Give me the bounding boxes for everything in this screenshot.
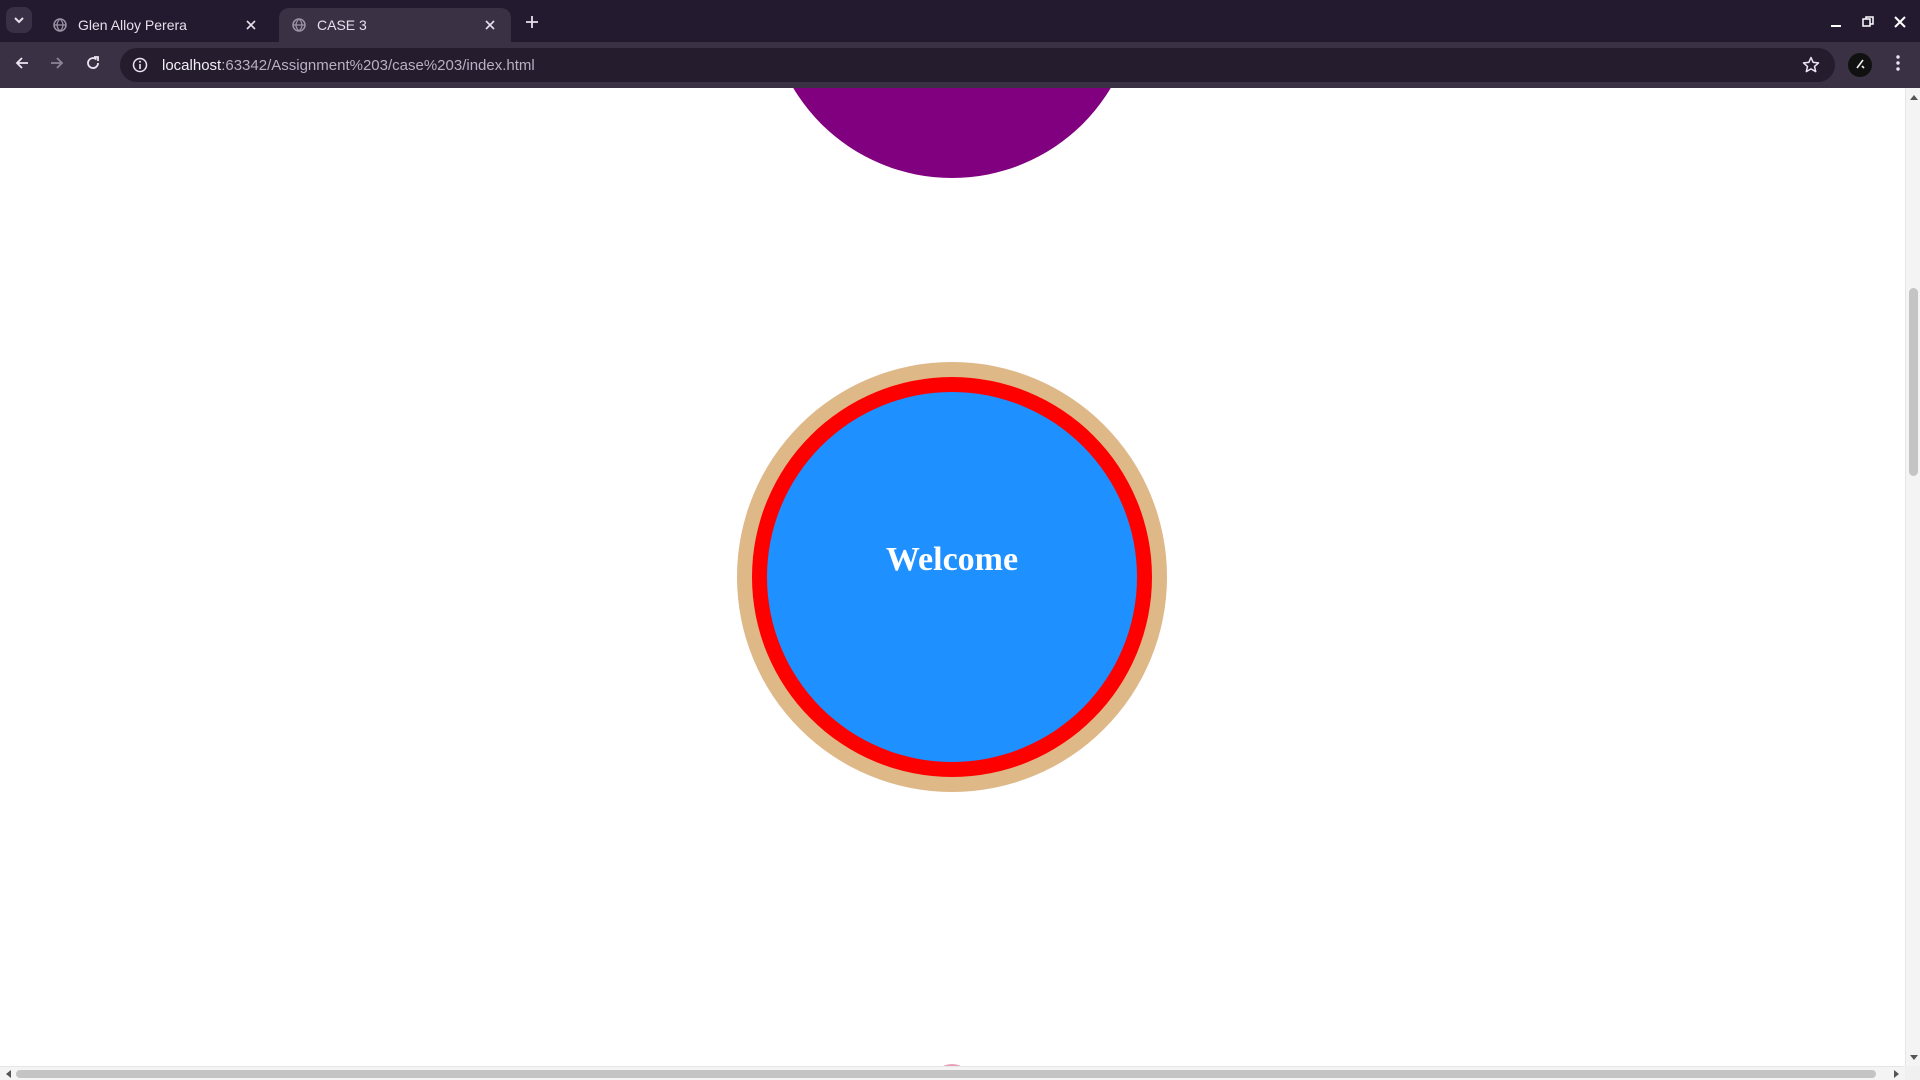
purple-circle: [767, 88, 1137, 178]
star-icon[interactable]: [1801, 55, 1821, 75]
horizontal-scroll-thumb[interactable]: [16, 1070, 1876, 1078]
profile-avatar[interactable]: [1848, 53, 1872, 77]
close-icon[interactable]: [481, 16, 499, 34]
minimize-button[interactable]: [1824, 10, 1848, 34]
url-text: localhost:63342/Assignment%203/case%203/…: [162, 57, 535, 74]
tab-title: CASE 3: [317, 17, 367, 33]
arrow-left-icon: [14, 55, 30, 75]
forward-button[interactable]: [42, 50, 72, 80]
welcome-heading: Welcome: [885, 541, 1019, 578]
address-bar[interactable]: localhost:63342/Assignment%203/case%203/…: [120, 48, 1835, 82]
scroll-down-arrow-icon[interactable]: [1909, 1053, 1918, 1062]
kebab-menu-icon: [1895, 54, 1901, 76]
browser-toolbar: localhost:63342/Assignment%203/case%203/…: [0, 42, 1920, 88]
close-icon[interactable]: [242, 16, 260, 34]
scrollbar-corner: [1905, 1066, 1920, 1080]
back-button[interactable]: [7, 50, 37, 80]
scroll-right-arrow-icon[interactable]: [1892, 1069, 1902, 1079]
plus-icon: [526, 13, 538, 32]
tab-glen-alloy-perera[interactable]: Glen Alloy Perera: [40, 8, 272, 42]
globe-icon: [291, 17, 307, 33]
info-icon[interactable]: [130, 55, 150, 75]
close-window-button[interactable]: [1888, 10, 1912, 34]
tab-search-button[interactable]: [6, 7, 32, 33]
arrow-right-icon: [49, 55, 65, 75]
minimize-icon: [1830, 13, 1842, 32]
new-tab-button[interactable]: [520, 10, 544, 34]
tab-title: Glen Alloy Perera: [78, 17, 187, 33]
url-host: localhost: [162, 56, 222, 74]
reload-icon: [85, 55, 101, 75]
chevron-down-icon: [13, 11, 25, 30]
globe-icon: [52, 17, 68, 33]
page-viewport: Welcome: [0, 88, 1905, 1066]
tab-strip: Glen Alloy Perera CASE 3: [0, 0, 1920, 42]
scroll-up-arrow-icon[interactable]: [1909, 92, 1918, 101]
restore-button[interactable]: [1856, 10, 1880, 34]
vertical-scrollbar[interactable]: [1905, 88, 1920, 1066]
url-path: :63342/Assignment%203/case%203/index.htm…: [221, 56, 535, 74]
reload-button[interactable]: [78, 50, 108, 80]
browser-menu-button[interactable]: [1886, 53, 1910, 77]
vertical-scroll-thumb[interactable]: [1909, 288, 1918, 476]
restore-icon: [1862, 13, 1874, 32]
avatar-icon: [1853, 56, 1867, 75]
tab-case-3[interactable]: CASE 3: [279, 8, 511, 42]
horizontal-scrollbar[interactable]: [0, 1066, 1905, 1080]
close-icon: [1894, 13, 1906, 32]
scroll-left-arrow-icon[interactable]: [3, 1069, 13, 1079]
